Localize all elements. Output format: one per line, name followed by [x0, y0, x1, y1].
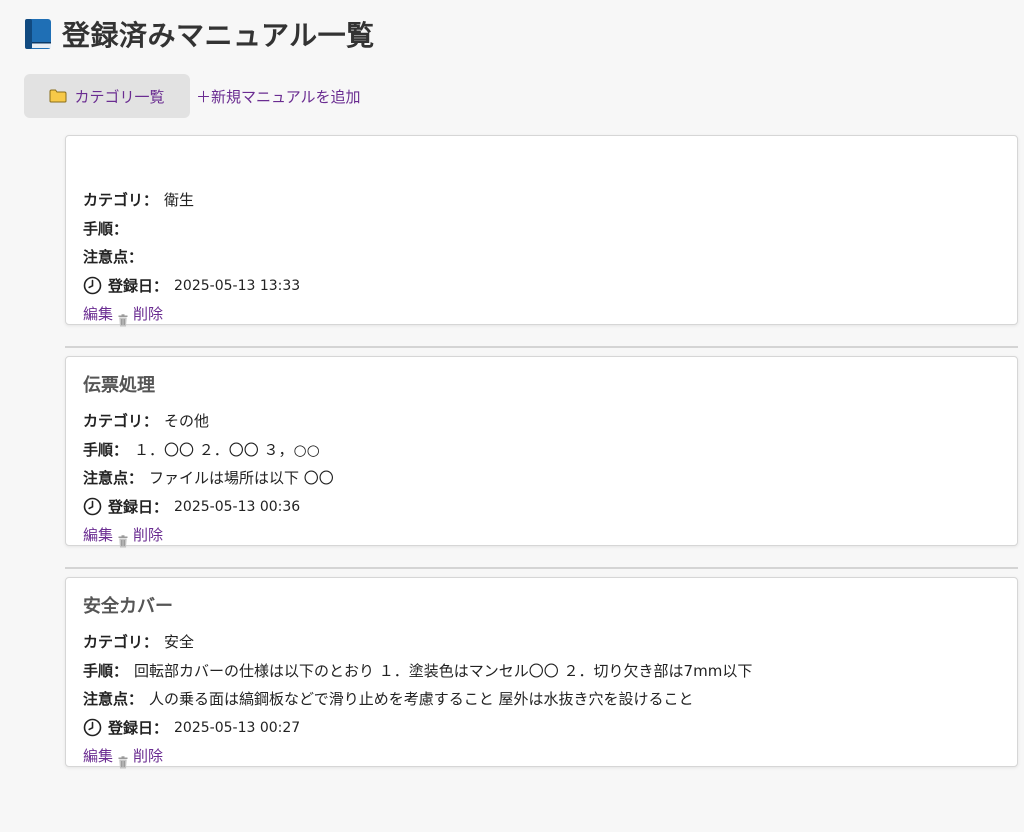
category-label: カテゴリ： [83, 191, 159, 209]
category-value: その他 [164, 412, 210, 430]
delete-link[interactable]: 削除 [133, 521, 163, 549]
steps-row: 手順： [83, 215, 1000, 244]
divider [65, 567, 1018, 569]
card-actions: 編集 削除 [83, 521, 1000, 549]
registered-value: 2025-05-13 13:33 [174, 277, 301, 294]
page-title: 登録済みマニュアル一覧 [62, 19, 375, 52]
registered-value: 2025-05-13 00:27 [174, 719, 301, 736]
edit-link[interactable]: 編集 [83, 521, 113, 549]
notes-value: 人の乗る面は縞鋼板などで滑り止めを考慮すること 屋外は水抜き穴を設けること [149, 690, 694, 708]
trash-icon [118, 750, 128, 768]
registered-value: 2025-05-13 00:36 [174, 498, 301, 515]
manual-card: カテゴリ： 衛生 手順： 注意点： 登録日： 2025-05-13 13:33 … [65, 135, 1018, 328]
category-row: カテゴリ： その他 [83, 407, 1000, 436]
divider [65, 346, 1018, 348]
notes-row: 注意点： ファイルは場所は以下 〇〇 [83, 464, 1000, 493]
notes-label: 注意点： [83, 248, 144, 266]
steps-row: 手順： 回転部カバーの仕様は以下のとおり １．塗装色はマンセル〇〇 ２．切り欠き… [83, 657, 1000, 686]
category-row: カテゴリ： 安全 [83, 628, 1000, 657]
category-row: カテゴリ： 衛生 [83, 186, 1000, 215]
registered-label: 登録日： [108, 718, 169, 737]
category-list-label: カテゴリ一覧 [74, 87, 165, 106]
clock-icon [83, 718, 102, 737]
add-manual-link[interactable]: ＋新規マニュアルを追加 [196, 86, 361, 107]
manual-card: 安全カバー カテゴリ： 安全 手順： 回転部カバーの仕様は以下のとおり １．塗装… [65, 577, 1018, 770]
steps-value: 回転部カバーの仕様は以下のとおり １．塗装色はマンセル〇〇 ２．切り欠き部は7m… [134, 661, 753, 680]
registered-label: 登録日： [108, 497, 169, 516]
registered-label: 登録日： [108, 276, 169, 295]
nav-bar: カテゴリ一覧 ＋新規マニュアルを追加 [24, 74, 361, 118]
category-label: カテゴリ： [83, 412, 159, 430]
clock-icon [83, 497, 102, 516]
trash-icon [118, 308, 128, 326]
notes-value: ファイルは場所は以下 〇〇 [149, 469, 334, 487]
card-actions: 編集 削除 [83, 742, 1000, 770]
delete-link[interactable]: 削除 [133, 300, 163, 328]
steps-label: 手順： [83, 219, 129, 238]
manual-list: カテゴリ： 衛生 手順： 注意点： 登録日： 2025-05-13 13:33 … [65, 135, 1018, 770]
manual-title [83, 150, 1000, 180]
book-icon [24, 18, 52, 50]
notes-row: 注意点： 人の乗る面は縞鋼板などで滑り止めを考慮すること 屋外は水抜き穴を設ける… [83, 685, 1000, 714]
edit-link[interactable]: 編集 [83, 742, 113, 770]
steps-value: １．〇〇 ２．〇〇 ３，○○ [134, 440, 320, 459]
manual-card: 伝票処理 カテゴリ： その他 手順： １．〇〇 ２．〇〇 ３，○○ 注意点： フ… [65, 356, 1018, 549]
edit-link[interactable]: 編集 [83, 300, 113, 328]
steps-label: 手順： [83, 440, 129, 459]
notes-label: 注意点： [83, 690, 144, 708]
delete-link[interactable]: 削除 [133, 742, 163, 770]
category-value: 衛生 [164, 191, 195, 209]
steps-label: 手順： [83, 661, 129, 680]
manual-title: 安全カバー [83, 596, 173, 617]
clock-icon [83, 276, 102, 295]
category-list-button[interactable]: カテゴリ一覧 [24, 74, 190, 118]
registered-row: 登録日： 2025-05-13 00:36 [83, 493, 1000, 522]
page-header: 登録済みマニュアル一覧 [24, 14, 375, 54]
notes-row: 注意点： [83, 243, 1000, 272]
card-actions: 編集 削除 [83, 300, 1000, 328]
steps-row: 手順： １．〇〇 ２．〇〇 ３，○○ [83, 436, 1000, 465]
registered-row: 登録日： 2025-05-13 13:33 [83, 272, 1000, 301]
category-label: カテゴリ： [83, 633, 159, 651]
notes-label: 注意点： [83, 469, 144, 487]
trash-icon [118, 529, 128, 547]
manual-title: 伝票処理 [83, 375, 155, 396]
category-value: 安全 [164, 633, 195, 651]
folder-icon [49, 89, 67, 103]
registered-row: 登録日： 2025-05-13 00:27 [83, 714, 1000, 743]
